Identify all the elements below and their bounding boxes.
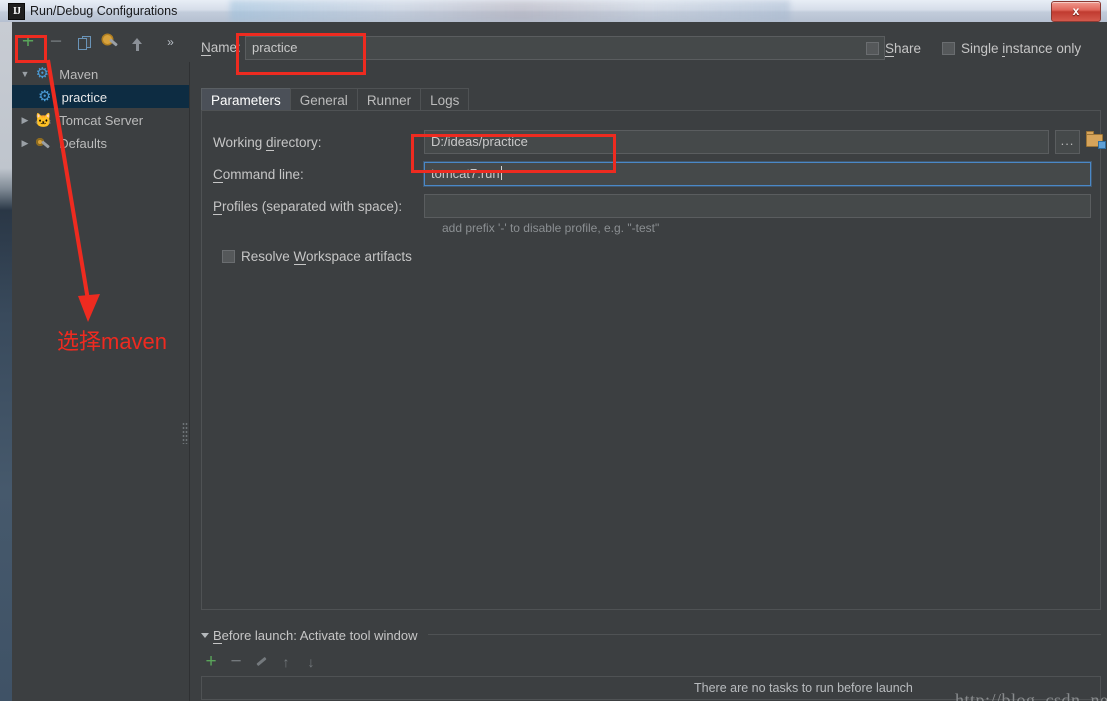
annotation-overlay — [46, 59, 100, 322]
run-debug-configurations-window: IJ Run/Debug Configurations x + − » ▼ M — [0, 0, 1107, 701]
